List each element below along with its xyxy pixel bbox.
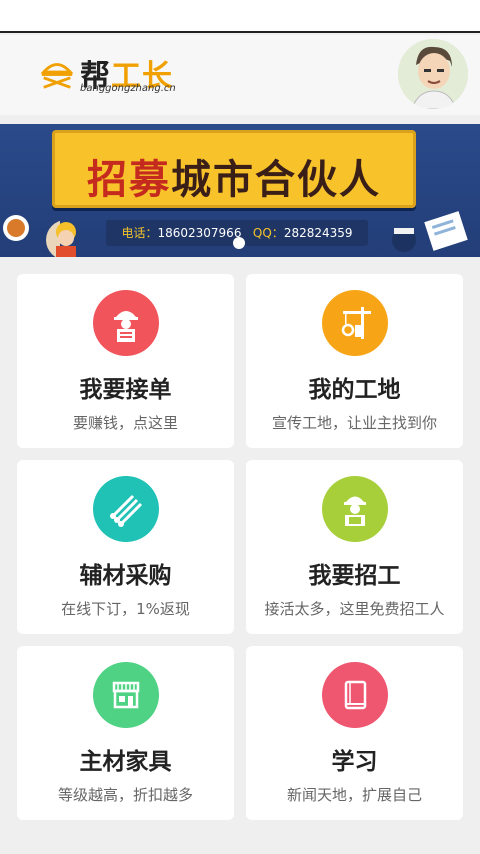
tile-take-orders[interactable]: 我要接单 要赚钱，点这里 [17, 274, 234, 448]
crane-icon [322, 290, 388, 356]
tile-subtitle: 新闻天地，扩展自己 [286, 786, 422, 804]
status-bar [0, 0, 480, 33]
tile-subtitle: 要赚钱，点这里 [72, 414, 178, 432]
tile-hire-workers[interactable]: 我要招工 接活太多，这里免费招工人 [246, 460, 463, 634]
logo[interactable]: 帮工长 banggongzhang.cn [38, 53, 188, 97]
user-avatar[interactable] [398, 39, 468, 109]
tile-subtitle: 在线下订，1%返现 [61, 600, 190, 618]
tile-title: 主材家具 [79, 749, 172, 775]
tile-title: 辅材采购 [79, 563, 172, 589]
helmet-logo-icon [40, 63, 74, 89]
tile-title: 学习 [331, 749, 378, 775]
app-header: 帮工长 banggongzhang.cn [0, 35, 480, 115]
carousel-indicator[interactable] [233, 237, 245, 249]
recruit-banner[interactable]: 招募城市合伙人 电话：18602307966 QQ：282824359 [0, 124, 480, 257]
tile-title: 我的工地 [308, 377, 401, 403]
shop-icon [93, 662, 159, 728]
banner-board: 招募城市合伙人 [52, 130, 416, 208]
documents-icon [392, 211, 468, 252]
pipes-icon [93, 476, 159, 542]
tile-subtitle: 等级越高，折扣越多 [57, 786, 193, 804]
book-icon [322, 662, 388, 728]
tile-furniture[interactable]: 主材家具 等级越高，折扣越多 [17, 646, 234, 820]
worker-figure-icon [56, 222, 76, 257]
tile-title: 我要接单 [79, 377, 172, 403]
worker-document-icon [93, 290, 159, 356]
worker-laptop-icon [322, 476, 388, 542]
banner-title: 招募城市合伙人 [87, 157, 381, 203]
logo-domain: banggongzhang.cn [80, 83, 176, 94]
tile-learning[interactable]: 学习 新闻天地，扩展自己 [246, 646, 463, 820]
tile-materials[interactable]: 辅材采购 在线下订，1%返现 [17, 460, 234, 634]
tile-my-sites[interactable]: 我的工地 宣传工地，让业主找到你 [246, 274, 463, 448]
tile-subtitle: 宣传工地，让业主找到你 [271, 414, 437, 432]
tile-subtitle: 接活太多，这里免费招工人 [264, 600, 445, 618]
tile-title: 我要招工 [308, 563, 401, 589]
